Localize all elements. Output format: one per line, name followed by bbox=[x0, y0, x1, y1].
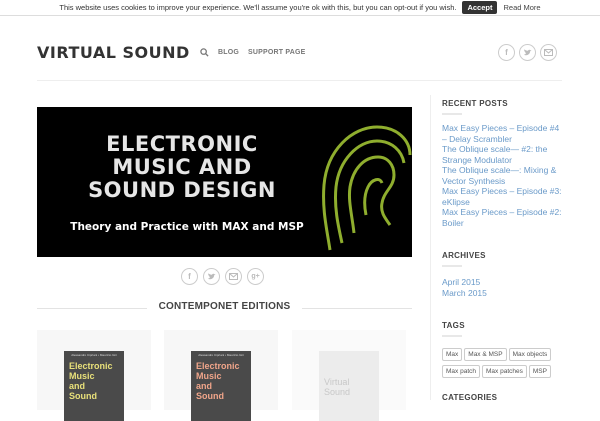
book-cover[interactable]: Virtual Sound bbox=[319, 351, 379, 421]
book-cover[interactable]: Alessandro Cipriani • Maurizio Giri Elec… bbox=[64, 351, 124, 421]
book-title-line: Virtual Sound bbox=[324, 377, 351, 397]
main-nav: BLOG SUPPORT PAGE bbox=[200, 48, 306, 57]
banner-title-line: MUSIC AND bbox=[112, 155, 252, 179]
tag-link[interactable]: Max patches bbox=[482, 365, 527, 378]
archives-widget: ARCHIVES April 2015 March 2015 bbox=[442, 251, 487, 298]
facebook-icon[interactable]: f bbox=[181, 268, 198, 285]
read-more-link[interactable]: Read More bbox=[503, 3, 540, 12]
site-logo[interactable]: VIRTUAL SOUND bbox=[37, 43, 190, 62]
cookie-bar: This website uses cookies to improve you… bbox=[0, 0, 600, 16]
accept-cookies-button[interactable]: Accept bbox=[462, 1, 498, 14]
banner-title-line: ELECTRONIC bbox=[106, 132, 258, 156]
recent-post-link[interactable]: The Oblique scale— #2: the Strange Modul… bbox=[442, 144, 564, 165]
archives-title: ARCHIVES bbox=[442, 251, 486, 260]
banner-subtitle: Theory and Practice with MAX and MSP bbox=[70, 221, 304, 233]
nav-item-support-page[interactable]: SUPPORT PAGE bbox=[248, 49, 306, 56]
categories-widget: CATEGORIES bbox=[442, 393, 497, 402]
book-title: Electronic Music and Sound bbox=[191, 357, 251, 401]
ear-graphic-icon bbox=[322, 125, 412, 251]
sidebar-divider bbox=[430, 95, 431, 400]
cookie-message: This website uses cookies to improve you… bbox=[59, 3, 457, 12]
share-icons: f g+ bbox=[181, 268, 264, 285]
archive-link[interactable]: March 2015 bbox=[442, 288, 487, 299]
tag-link[interactable]: Max bbox=[442, 348, 463, 361]
book-title: Electronic Music and Sound bbox=[64, 357, 124, 401]
hero-banner[interactable]: ELECTRONIC MUSIC AND SOUND DESIGN Theory… bbox=[37, 107, 412, 257]
book-title-line: Electronic bbox=[196, 361, 240, 371]
book-card[interactable]: Alessandro Cipriani • Maurizio Giri Elec… bbox=[37, 330, 151, 421]
section-title: CONTEMPONET EDITIONS bbox=[158, 301, 291, 312]
book-title-line: and bbox=[69, 381, 86, 391]
tags-title: TAGS bbox=[442, 321, 465, 330]
twitter-icon[interactable] bbox=[203, 268, 220, 285]
recent-post-link[interactable]: Max Easy Pieces – Episode #3: eKlipse bbox=[442, 186, 564, 207]
book-card[interactable]: Virtual Sound bbox=[292, 330, 406, 421]
book-authors: Alessandro Cipriani • Maurizio Giri bbox=[198, 353, 244, 357]
book-title-line: Electronic bbox=[69, 361, 113, 371]
email-icon[interactable] bbox=[540, 44, 557, 61]
categories-title: CATEGORIES bbox=[442, 393, 498, 402]
recent-posts-widget: RECENT POSTS Max Easy Pieces – Episode #… bbox=[442, 99, 564, 228]
recent-post-link[interactable]: Max Easy Pieces – Episode #2: Boiler bbox=[442, 207, 564, 228]
book-title-line: Music bbox=[196, 371, 222, 381]
tags-widget: TAGS Max Max & MSP Max objects Max patch Max… bbox=[442, 321, 564, 381]
widget-underline bbox=[442, 335, 462, 337]
facebook-icon[interactable]: f bbox=[498, 44, 515, 61]
section-heading: CONTEMPONET EDITIONS bbox=[37, 301, 412, 315]
book-authors: Alessandro Cipriani • Maurizio Giri bbox=[71, 353, 117, 357]
recent-post-link[interactable]: The Oblique scale—: Mixing & Vector Synt… bbox=[442, 165, 564, 186]
tag-link[interactable]: MSP bbox=[528, 365, 551, 378]
widget-underline bbox=[442, 265, 462, 267]
archive-link[interactable]: April 2015 bbox=[442, 277, 487, 288]
book-title-line: Music bbox=[69, 371, 95, 381]
book-card[interactable]: Alessandro Cipriani • Maurizio Giri Elec… bbox=[164, 330, 278, 421]
book-title: Virtual Sound bbox=[319, 351, 379, 397]
widget-underline bbox=[442, 113, 462, 115]
google-plus-icon[interactable]: g+ bbox=[247, 268, 264, 285]
recent-posts-title: RECENT POSTS bbox=[442, 99, 508, 108]
tag-link[interactable]: Max & MSP bbox=[464, 348, 507, 361]
header-divider bbox=[37, 80, 562, 81]
book-title-line: and bbox=[196, 381, 213, 391]
recent-post-link[interactable]: Max Easy Pieces – Episode #4 – Delay Scr… bbox=[442, 123, 564, 144]
banner-title: ELECTRONIC MUSIC AND SOUND DESIGN bbox=[37, 133, 327, 202]
nav-item-blog[interactable]: BLOG bbox=[218, 49, 239, 56]
tag-link[interactable]: Max objects bbox=[508, 348, 552, 361]
book-cover[interactable]: Alessandro Cipriani • Maurizio Giri Elec… bbox=[191, 351, 251, 421]
tag-link[interactable]: Max patch bbox=[442, 365, 480, 378]
email-icon[interactable] bbox=[225, 268, 242, 285]
section-divider-right bbox=[302, 308, 412, 309]
search-icon[interactable] bbox=[200, 48, 209, 57]
site-header: VIRTUAL SOUND BLOG SUPPORT PAGE f bbox=[0, 16, 600, 80]
twitter-icon[interactable] bbox=[519, 44, 536, 61]
header-social-icons: f bbox=[498, 44, 557, 61]
banner-title-line: SOUND DESIGN bbox=[88, 178, 276, 202]
